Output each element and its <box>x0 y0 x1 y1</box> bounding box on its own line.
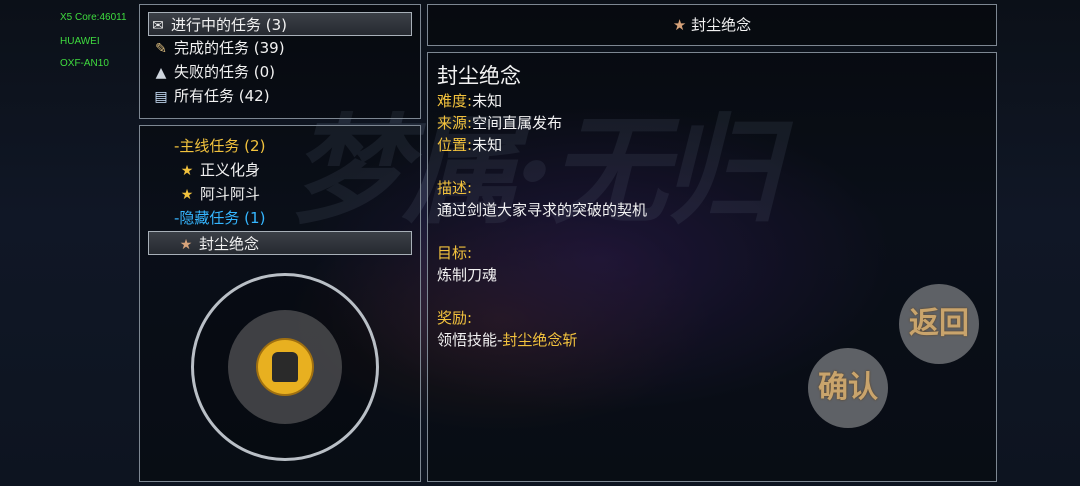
scroll-icon: ✉ <box>152 18 164 34</box>
difficulty-label: 难度: <box>437 92 473 110</box>
flask-icon: ▲ <box>155 65 167 81</box>
quest-item-justice[interactable]: ★ 正义化身 <box>178 158 260 182</box>
star-icon: ★ <box>179 237 193 253</box>
quest-filter-panel: ✉ 进行中的任务 (3) ✎ 完成的任务 (39) ▲ 失败的任务 (0) ▤ 所有任务… <box>139 4 421 119</box>
star-icon: ★ <box>180 187 194 203</box>
objective-value: 炼制刀魂 <box>437 266 498 284</box>
objective-label: 目标: <box>437 244 473 262</box>
quest-item-label: 封尘绝念 <box>199 235 260 253</box>
filter-failed[interactable]: ▲ 失败的任务 (0) <box>152 60 275 84</box>
filter-label: 完成的任务 (39) <box>174 39 285 57</box>
star-icon: ★ <box>672 16 687 34</box>
joystick-knob[interactable] <box>256 338 314 396</box>
filter-label: 进行中的任务 (3) <box>171 16 288 34</box>
reward-label: 奖励: <box>437 309 473 327</box>
location-label: 位置: <box>437 136 473 154</box>
difficulty-value: 未知 <box>472 92 503 110</box>
filter-in-progress[interactable]: ✉ 进行中的任务 (3) <box>148 12 412 36</box>
confirm-button[interactable]: 确认 <box>808 348 888 428</box>
location-row: 位置:未知 <box>437 134 502 156</box>
source-row: 来源:空间直属发布 <box>437 112 562 134</box>
quest-item-label: 阿斗阿斗 <box>200 185 261 203</box>
filter-label: 所有任务 (42) <box>174 87 270 105</box>
filter-label: 失败的任务 (0) <box>174 63 276 81</box>
device-model-text: OXF-AN10 <box>60 58 109 69</box>
quest-item-label: 正义化身 <box>200 161 261 179</box>
location-value: 未知 <box>472 136 503 154</box>
quest-item-adou[interactable]: ★ 阿斗阿斗 <box>178 182 260 206</box>
book-icon: ▤ <box>154 89 168 105</box>
filter-all[interactable]: ▤ 所有任务 (42) <box>152 84 270 108</box>
star-icon: ★ <box>180 163 194 179</box>
source-value: 空间直属发布 <box>472 114 563 132</box>
reward-skill: 封尘绝念斩 <box>502 331 578 349</box>
reward-row: 领悟技能-封尘绝念斩 <box>437 329 577 351</box>
device-core-text: X5 Core:46011 <box>60 12 127 23</box>
character-portrait-icon <box>272 352 298 382</box>
quest-item-fengchen[interactable]: ★ 封尘绝念 <box>148 231 412 255</box>
filter-completed[interactable]: ✎ 完成的任务 (39) <box>152 36 285 60</box>
source-label: 来源: <box>437 114 473 132</box>
detail-header: ★ 封尘绝念 <box>427 4 997 46</box>
description-label: 描述: <box>437 179 473 197</box>
back-button[interactable]: 返回 <box>899 284 979 364</box>
quest-list-panel: -主线任务 (2) ★ 正义化身 ★ 阿斗阿斗 -隐藏任务 (1) ★ 封尘绝念 <box>139 125 421 482</box>
detail-header-title-wrap: ★ 封尘绝念 <box>428 5 996 45</box>
quest-title: 封尘绝念 <box>437 64 521 88</box>
detail-header-title: 封尘绝念 <box>691 16 752 34</box>
hidden-quest-group[interactable]: -隐藏任务 (1) <box>174 206 265 230</box>
main-quest-group[interactable]: -主线任务 (2) <box>174 134 265 158</box>
description-value: 通过剑道大家寻求的突破的契机 <box>437 201 648 219</box>
rolled-scroll-icon: ✎ <box>155 41 167 57</box>
device-brand-text: HUAWEI <box>60 36 100 47</box>
reward-prefix: 领悟技能- <box>437 331 503 349</box>
difficulty-row: 难度:未知 <box>437 90 502 112</box>
